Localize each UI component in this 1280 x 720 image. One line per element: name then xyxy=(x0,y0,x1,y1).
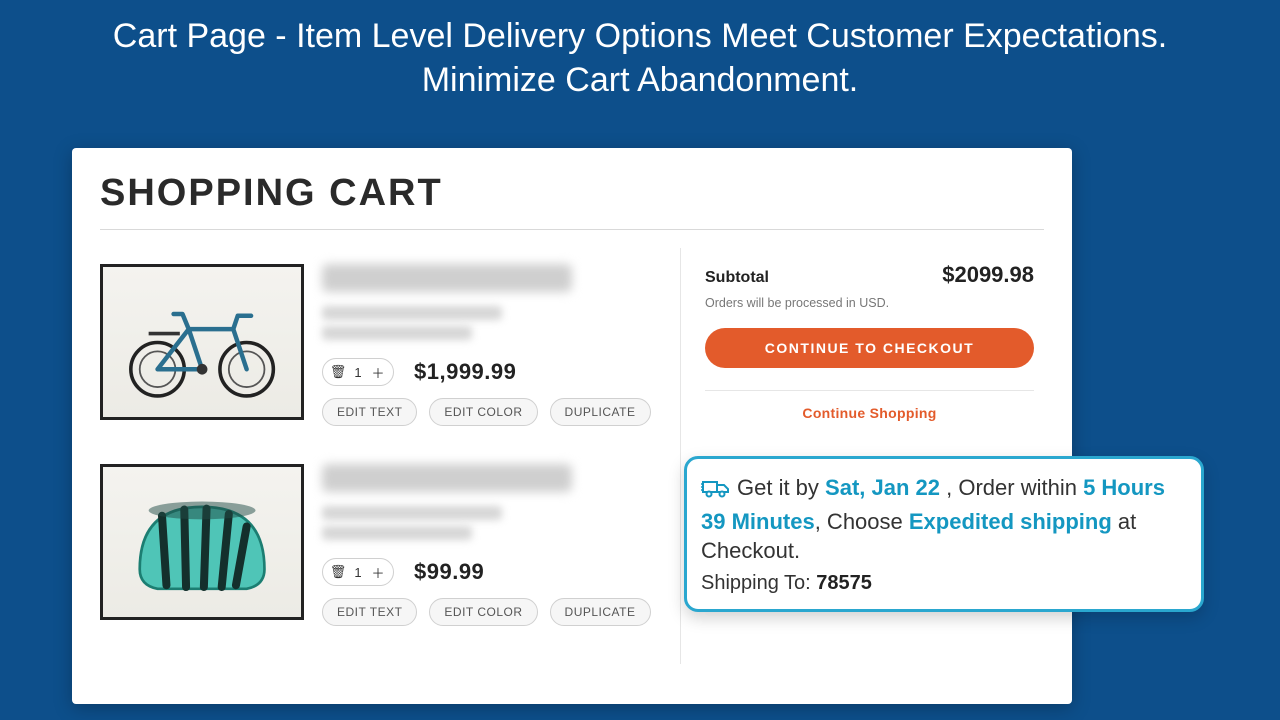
plus-icon[interactable]: ＋ xyxy=(369,363,387,382)
blurred-meta xyxy=(322,326,472,340)
plus-icon[interactable]: ＋ xyxy=(369,563,387,582)
item-thumbnail-helmet xyxy=(100,464,304,620)
blurred-meta xyxy=(322,506,502,520)
edit-text-button[interactable]: EDIT TEXT xyxy=(322,398,417,426)
truck-icon xyxy=(701,477,731,507)
duplicate-button[interactable]: DUPLICATE xyxy=(550,598,651,626)
blurred-product-title xyxy=(322,264,572,292)
item-price: $1,999.99 xyxy=(414,359,516,385)
cart-items-column: 🗑 1 ＋ $1,999.99 EDIT TEXT EDIT COLOR DUP… xyxy=(100,230,680,664)
edit-text-button[interactable]: EDIT TEXT xyxy=(322,598,417,626)
blurred-meta xyxy=(322,306,502,320)
bike-icon xyxy=(113,275,291,410)
quantity-stepper[interactable]: 🗑 1 ＋ xyxy=(322,358,394,386)
cart-item: 🗑 1 ＋ $1,999.99 EDIT TEXT EDIT COLOR DUP… xyxy=(100,264,680,426)
trash-icon[interactable]: 🗑 xyxy=(329,564,347,580)
subtotal-label: Subtotal xyxy=(705,269,769,287)
quantity-value: 1 xyxy=(347,565,369,580)
page-headline: Cart Page - Item Level Delivery Options … xyxy=(0,0,1280,102)
trash-icon[interactable]: 🗑 xyxy=(329,364,347,380)
continue-shopping-link[interactable]: Continue Shopping xyxy=(705,405,1034,421)
quantity-stepper[interactable]: 🗑 1 ＋ xyxy=(322,558,394,586)
blurred-meta xyxy=(322,526,472,540)
edit-color-button[interactable]: EDIT COLOR xyxy=(429,398,537,426)
checkout-button[interactable]: CONTINUE TO CHECKOUT xyxy=(705,328,1034,368)
headline-line2: Minimize Cart Abandonment. xyxy=(422,61,859,99)
subtotal-amount: $2099.98 xyxy=(942,262,1034,288)
blurred-product-title xyxy=(322,464,572,492)
item-price: $99.99 xyxy=(414,559,484,585)
divider xyxy=(705,390,1034,391)
currency-note: Orders will be processed in USD. xyxy=(705,296,1034,310)
delivery-callout: Get it by Sat, Jan 22 , Order within 5 H… xyxy=(684,456,1204,612)
cart-item: 🗑 1 ＋ $99.99 EDIT TEXT EDIT COLOR DUPLIC… xyxy=(100,464,680,626)
shipping-to: Shipping To: 78575 xyxy=(701,572,1183,595)
cart-card: SHOPPING CART xyxy=(72,148,1072,704)
cart-title: SHOPPING CART xyxy=(100,172,1044,215)
item-thumbnail-bike xyxy=(100,264,304,420)
edit-color-button[interactable]: EDIT COLOR xyxy=(429,598,537,626)
duplicate-button[interactable]: DUPLICATE xyxy=(550,398,651,426)
quantity-value: 1 xyxy=(347,365,369,380)
helmet-icon xyxy=(113,475,291,610)
delivery-message: Get it by Sat, Jan 22 , Order within 5 H… xyxy=(701,473,1183,566)
headline-line1: Cart Page - Item Level Delivery Options … xyxy=(113,17,1167,55)
